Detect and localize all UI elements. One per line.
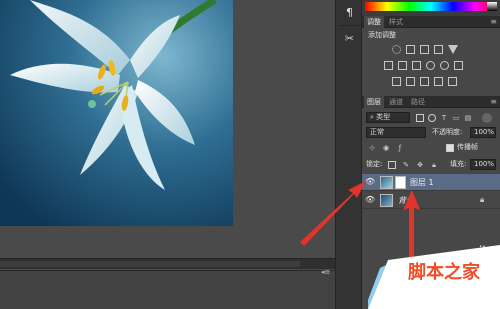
arrow-to-eye-icon [300,181,366,246]
watermark-name: 脚本之家 [408,262,480,283]
photoshop-window: ◂≡ ¶ ✂ 调整 样式 ≡ 添加调整 图层 通道 路径 ≡ ⌕ 类型 T ▭ … [0,0,500,309]
watermark-url: jb51.net [478,244,500,258]
watermark: jb51.net 脚本之家 [368,240,500,309]
